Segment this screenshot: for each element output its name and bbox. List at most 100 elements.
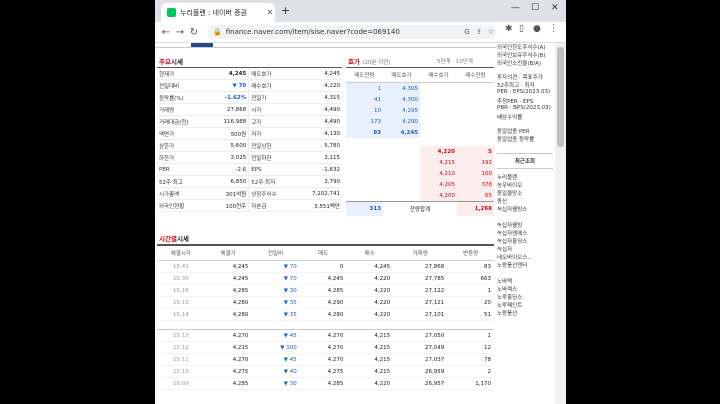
lock-icon[interactable]: 🔒 xyxy=(213,28,222,36)
quote-value: 4,245 xyxy=(207,68,249,80)
trade-cell: ▼ 100 xyxy=(251,341,300,354)
minimize-icon[interactable]: — xyxy=(511,3,520,13)
sidebar-item[interactable] xyxy=(497,213,553,221)
quote-row: 외국인현황 100천주 자본금 3,551백만 xyxy=(157,199,342,212)
sidebar-item[interactable]: 노랑풍선엔터 xyxy=(497,261,553,269)
browser-tab[interactable]: 누리플랜 : 네이버 증권 ✕ xyxy=(161,3,275,22)
trade-cell: 15:11 xyxy=(157,353,205,366)
tab-close-icon[interactable]: ✕ xyxy=(265,8,275,17)
sidebar-item: 외국인보유주식수(B) xyxy=(497,53,546,59)
bookmark-star-icon[interactable]: ☆ xyxy=(485,28,497,36)
buy-price: 4,210 xyxy=(420,168,457,179)
orderbook-header: 매도호가 xyxy=(383,68,420,83)
quote-row: 거래대금(천) 116,988 고가 4,490 xyxy=(157,115,342,128)
trade-cell: 4,270 xyxy=(204,329,252,342)
sell-row: 173 4,290 xyxy=(346,116,494,127)
sidebar-item[interactable]: 노루홀딩스 xyxy=(497,293,553,301)
sell-row: 1 4,305 xyxy=(346,82,494,94)
trade-cell: 4,270 xyxy=(299,353,347,366)
buy-row: 4,205 378 xyxy=(346,179,494,190)
trade-cell: 4,215 xyxy=(204,341,252,354)
quote-row: 현재가 4,245 매도호가 4,245 xyxy=(157,68,342,80)
share-icon[interactable]: ⇪ xyxy=(473,28,485,36)
maximize-icon[interactable]: ☐ xyxy=(531,3,539,13)
quote-row: 52주 최고 6,850 52주 최저 3,790 xyxy=(157,175,342,188)
trade-cell: 1 xyxy=(447,329,494,342)
orderbook-header: 매수호가 xyxy=(420,68,457,83)
quote-label: 52주 최저 xyxy=(248,175,294,188)
buy-price: 4,220 xyxy=(420,146,457,157)
sidebar-item[interactable]: 노바렉스 xyxy=(497,285,553,293)
trade-cell: 15:09 xyxy=(157,377,205,390)
profile-avatar-icon[interactable]: ● xyxy=(533,24,541,34)
sidebar-item[interactable]: 농우바이오 xyxy=(497,181,553,189)
trade-cell: 12 xyxy=(447,341,494,354)
quote-label: PER xyxy=(157,163,208,176)
sidebar-item[interactable]: 노루페인트 xyxy=(497,301,553,309)
sidebar-item[interactable]: 노바텍 xyxy=(497,277,553,285)
sidebar-item[interactable]: 녹십자웰빙스 xyxy=(497,205,553,213)
trades-header: 매수 xyxy=(346,244,394,261)
quote-label: 하한가 xyxy=(157,151,208,164)
trade-row: 15:13 4,270 ▼ 45 4,270 4,215 27,050 1 xyxy=(157,329,494,342)
sell-price: 4,300 xyxy=(383,94,420,105)
sidebar-item: 외국인한도주식수(A) xyxy=(497,45,546,51)
buy-row: 4,210 100 xyxy=(346,168,494,179)
top-divider xyxy=(155,47,497,48)
scrollbar-thumb[interactable] xyxy=(557,47,564,147)
sidebar-item[interactable]: 녹십자엠에스 xyxy=(497,229,553,237)
trade-cell: 4,280 xyxy=(299,308,347,321)
browser-window: 누리플랜 : 네이버 증권 ✕ + — ☐ ✕ ← → ↻ 🔒 finance.… xyxy=(155,0,566,404)
buy-row: 4,220 5 xyxy=(346,146,494,157)
sidebar-item[interactable]: 녹십자 xyxy=(497,245,553,253)
address-bar[interactable]: 🔒 finance.naver.com/item/sise.naver?code… xyxy=(207,25,497,39)
trade-cell: ▼ 35 xyxy=(251,308,300,321)
quote-value: -1.62% xyxy=(207,91,249,104)
sidebar-item[interactable]: 네오바이오스... xyxy=(497,253,553,261)
sidebar-item[interactable]: 녹십자홀딩스 xyxy=(497,237,553,245)
trade-cell: 15:41 xyxy=(157,260,205,273)
depth-links: 5단계 · 10단계 xyxy=(437,59,473,65)
sidebar-item[interactable]: 동신 xyxy=(497,197,553,205)
sidebar-item[interactable]: 동일물망소 xyxy=(497,189,553,197)
sidebar-item[interactable]: 녹십자웰빙 xyxy=(497,221,553,229)
google-icon[interactable]: G xyxy=(461,28,473,36)
quote-label: 상장주식수 xyxy=(248,187,294,200)
quote-value: 4,245 xyxy=(293,68,342,80)
trade-cell: ▼ 45 xyxy=(251,353,300,366)
sell-price: 4,245 xyxy=(383,127,420,138)
total-buy: 1,268 xyxy=(457,201,494,216)
quote-label: 매도호가 xyxy=(248,68,294,80)
page-scrollbar[interactable] xyxy=(555,43,566,404)
empty-cell xyxy=(457,94,494,105)
quote-row: 액면가 500원 저가 4,130 xyxy=(157,127,342,140)
sidebar-item[interactable] xyxy=(497,269,553,277)
trade-cell: 4,215 xyxy=(346,329,394,342)
quote-row: 전일대비 ▼ 70 매수호가 4,220 xyxy=(157,79,342,92)
sidebar-item[interactable]: 노랑풍선 xyxy=(497,309,553,317)
depth-5-link[interactable]: 5단계 xyxy=(437,59,451,65)
close-window-icon[interactable]: ✕ xyxy=(551,3,559,13)
depth-10-link[interactable]: 10단계 xyxy=(456,59,473,65)
quote-label: 시가총액 xyxy=(157,187,208,200)
trade-cell: 4,285 xyxy=(299,377,347,390)
back-icon[interactable]: ← xyxy=(159,27,173,38)
menu-icon[interactable]: ⋮ xyxy=(549,24,558,34)
quote-label: 전일하한 xyxy=(248,151,294,164)
quote-label: 시가 xyxy=(248,103,294,116)
sidebar-item[interactable]: 누리플랜 xyxy=(497,173,553,181)
browser-toolbar: ← → ↻ 🔒 finance.naver.com/item/sise.nave… xyxy=(155,22,566,43)
empty-cell xyxy=(420,127,457,138)
sidebar-item: 동일업종 등락률 xyxy=(497,137,535,143)
extensions-icon[interactable]: ✱ xyxy=(505,24,513,34)
quote-value: 100천주 xyxy=(207,199,249,212)
sidepanel-icon[interactable]: ▯ xyxy=(519,24,524,34)
trade-cell: ▼ 30 xyxy=(251,284,300,297)
new-tab-icon[interactable]: + xyxy=(281,4,290,17)
reload-icon[interactable]: ↻ xyxy=(187,27,201,38)
quote-section-title: 주요시세 xyxy=(159,58,183,66)
quote-label: 저가 xyxy=(248,127,294,140)
sell-qty: 10 xyxy=(346,105,383,116)
forward-icon[interactable]: → xyxy=(173,27,187,38)
trade-cell: 15:12 xyxy=(157,341,205,354)
